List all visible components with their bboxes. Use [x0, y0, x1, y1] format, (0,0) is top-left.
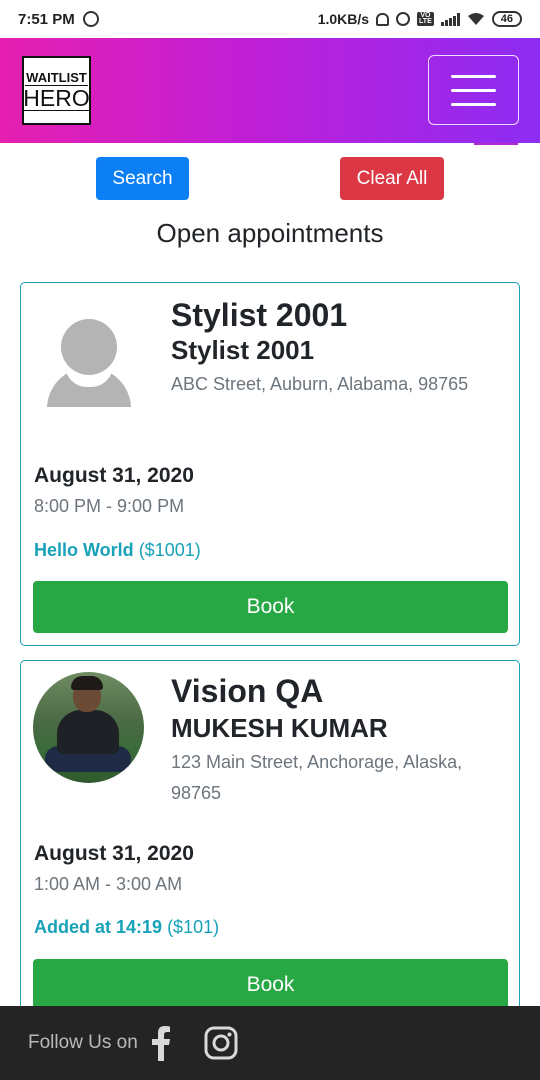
menu-bar-icon [451, 88, 496, 92]
appointment-date: August 31, 2020 [34, 464, 194, 487]
header-tab-indicator [474, 143, 518, 145]
provider-address: 123 Main Street, Anchorage, Alaska, 9876… [171, 752, 463, 803]
business-title: Vision QA [171, 673, 324, 709]
hamburger-menu-button[interactable] [428, 55, 519, 125]
logo-line2: HERO [22, 84, 91, 111]
service-name: Added at 14:19 [34, 917, 163, 937]
appointment-date: August 31, 2020 [34, 842, 194, 865]
logo-line1: WAITLIST [25, 69, 88, 86]
service-name: Hello World [34, 540, 134, 560]
search-button[interactable]: Search [96, 157, 189, 200]
service-price: ($101) [167, 917, 220, 937]
whatsapp-icon [82, 11, 99, 27]
status-indicators: 1.0KB/s VO LTE 46 [318, 11, 522, 27]
book-button[interactable]: Book [33, 581, 508, 633]
service-info: Hello World ($1001) [34, 540, 201, 561]
book-button[interactable]: Book [33, 959, 508, 1011]
menu-bar-icon [451, 74, 496, 78]
service-price: ($1001) [138, 540, 201, 560]
status-time: 7:51 PM [18, 10, 75, 28]
mute-icon [376, 12, 390, 26]
page-title: Open appointments [156, 218, 384, 248]
clear-all-button[interactable]: Clear All [340, 157, 444, 200]
appointment-time: 8:00 PM - 9:00 PM [34, 496, 185, 516]
app-header: WAITLIST HERO [0, 38, 540, 143]
wifi-icon [467, 13, 484, 25]
net-speed: 1.0KB/s [317, 11, 370, 27]
appointment-time: 1:00 AM - 3:00 AM [34, 874, 183, 894]
default-avatar-icon [47, 317, 131, 407]
follow-us-label: Follow Us on [28, 1032, 138, 1053]
instagram-icon[interactable] [204, 1026, 238, 1060]
service-info: Added at 14:19 ($101) [34, 917, 219, 938]
battery-icon: 46 [491, 11, 522, 27]
waitlist-hero-logo[interactable]: WAITLIST HERO [22, 56, 91, 125]
signal-icon [440, 12, 460, 26]
provider-name: Stylist 2001 [171, 335, 315, 365]
facebook-icon[interactable] [150, 1025, 172, 1061]
provider-address: ABC Street, Auburn, Alabama, 98765 [171, 374, 469, 394]
volte-icon: VO LTE [417, 12, 434, 26]
profile-photo [33, 672, 144, 783]
alarm-icon [396, 12, 411, 26]
appointment-card: Vision QA MUKESH KUMAR 123 Main Street, … [20, 660, 520, 1020]
appointment-card: Stylist 2001 Stylist 2001 ABC Street, Au… [20, 282, 520, 646]
menu-bar-icon [451, 102, 496, 106]
business-title: Stylist 2001 [171, 297, 348, 333]
status-bar: 7:51 PM 1.0KB/s VO LTE 46 [0, 0, 540, 38]
provider-name: MUKESH KUMAR [171, 713, 388, 743]
footer: Follow Us on [0, 1006, 540, 1080]
